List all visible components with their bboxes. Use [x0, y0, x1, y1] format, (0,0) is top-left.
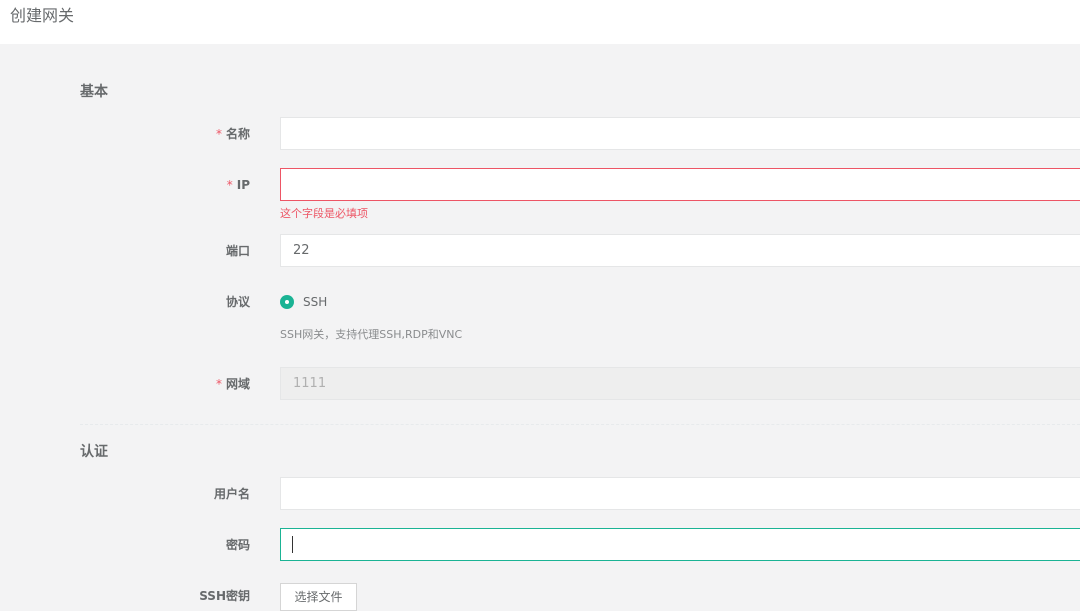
- page-header: 创建网关: [0, 0, 1080, 44]
- username-input[interactable]: [280, 477, 1080, 510]
- ip-input[interactable]: [280, 168, 1080, 201]
- section-title-auth: 认证: [80, 444, 108, 460]
- section-title-basic: 基本: [80, 84, 108, 100]
- port-label: 端口: [225, 244, 250, 258]
- protocol-radio-ssh[interactable]: [280, 295, 294, 309]
- password-input[interactable]: [280, 528, 1080, 561]
- ssh-key-label: SSH密钥: [199, 589, 250, 603]
- required-mark: *: [215, 377, 222, 391]
- ip-error-message: 这个字段是必填项: [280, 207, 368, 220]
- name-label: * 名称: [215, 127, 250, 141]
- password-label: 密码: [225, 538, 250, 552]
- choose-file-button[interactable]: 选择文件: [280, 583, 357, 611]
- page-title: 创建网关: [10, 6, 75, 25]
- section-divider: [80, 424, 1080, 425]
- ip-label: * IP: [226, 178, 250, 192]
- required-mark: *: [215, 127, 222, 141]
- domain-select[interactable]: 1111: [280, 367, 1080, 400]
- protocol-radio-label[interactable]: SSH: [303, 294, 327, 310]
- port-input[interactable]: 22: [280, 234, 1080, 267]
- required-mark: *: [226, 178, 233, 192]
- domain-label: * 网域: [215, 377, 250, 391]
- username-label: 用户名: [213, 487, 250, 501]
- text-cursor: [292, 536, 293, 553]
- protocol-label: 协议: [225, 295, 250, 309]
- name-input[interactable]: [280, 117, 1080, 150]
- protocol-help-text: SSH网关，支持代理SSH,RDP和VNC: [280, 328, 463, 341]
